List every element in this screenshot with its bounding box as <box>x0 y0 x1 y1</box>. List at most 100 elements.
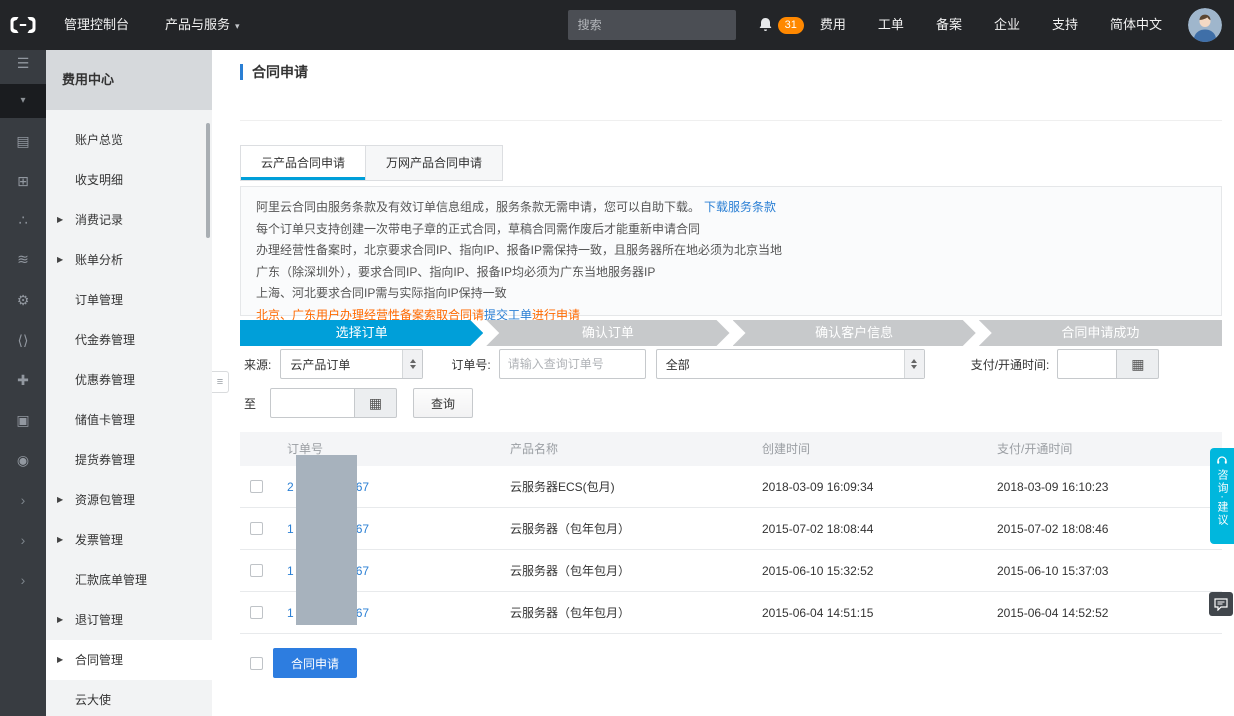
chat-icon[interactable] <box>1209 592 1233 616</box>
nav-item-support[interactable]: 支持 <box>1036 0 1094 50</box>
step-confirm-customer-info: 确认客户信息 <box>733 320 976 346</box>
notice-line: 广东（除深圳外），要求合同IP、指向IP、报备IP均必须为广东当地服务器IP <box>256 264 656 279</box>
table-row: 1 67 云服务器（包年包月） 2015-07-02 18:08:44 2015-… <box>240 508 1222 550</box>
console-home-link[interactable]: 管理控制台 <box>46 0 147 50</box>
step-confirm-order: 确认订单 <box>486 320 729 346</box>
avatar[interactable] <box>1188 8 1222 42</box>
gift-icon[interactable]: ⊞ <box>0 171 46 191</box>
tab-cloud-product-contract[interactable]: 云产品合同申请 <box>240 145 367 181</box>
monitor-icon[interactable]: ▣ <box>0 410 46 430</box>
table-row: 1 67 云服务器（包年包月） 2015-06-04 14:51:15 2015-… <box>240 592 1222 634</box>
search-input[interactable] <box>567 10 736 40</box>
product-name: 云服务器ECS(包月) <box>510 480 615 494</box>
sidebar-item-resource-package[interactable]: ▶ 资源包管理 <box>46 480 212 520</box>
main-content: 合同申请 云产品合同申请 万网产品合同申请 阿里云合同由服务条款及有效订单信息组… <box>240 50 1222 716</box>
notification-badge[interactable]: 31 <box>777 16 804 34</box>
created-time: 2015-06-10 15:32:52 <box>762 563 874 578</box>
sidebar-collapse-icon[interactable]: ≡ <box>212 371 229 393</box>
sidebar-item-voucher-management[interactable]: 代金券管理 <box>46 320 212 360</box>
sidebar-item-income-expense[interactable]: 收支明细 <box>46 160 212 200</box>
notice-line: 办理经营性备案时，北京要求合同IP、指向IP、报备IP需保持一致，且服务器所在地… <box>256 243 783 257</box>
feedback-tab[interactable]: 咨询·建议 <box>1210 448 1234 544</box>
paid-time: 2015-06-04 14:52:52 <box>997 605 1109 620</box>
calendar-icon[interactable]: ▦ <box>1117 349 1160 379</box>
orders-table: 订单号 产品名称 创建时间 支付/开通时间 2 67 云服务器ECS(包月) 20… <box>240 432 1222 634</box>
apply-row: 合同申请 <box>240 648 358 678</box>
sidebar-item-bill-analysis[interactable]: ▶ 账单分析 <box>46 240 212 280</box>
col-product-name: 产品名称 <box>510 442 559 456</box>
select-all-checkbox[interactable] <box>250 656 263 670</box>
nodes-icon[interactable]: ∴ <box>0 210 46 230</box>
chevron-right-icon[interactable]: › <box>0 570 46 590</box>
apply-contract-button[interactable]: 合同申请 <box>273 648 358 678</box>
row-checkbox[interactable] <box>250 606 263 619</box>
redaction-overlay <box>296 455 357 625</box>
sidebar-item-stored-value-card[interactable]: 储值卡管理 <box>46 400 212 440</box>
feedback-tab-label: 咨询·建议 <box>1216 469 1228 527</box>
select-stepper-icon <box>903 350 924 378</box>
filter-row-1: 来源: 云产品订单 订单号: 全部 支付/开通时间: ▦ <box>240 348 1222 380</box>
nav-item-tickets[interactable]: 工单 <box>862 0 920 50</box>
aliyun-logo-icon[interactable] <box>0 15 46 35</box>
caret-down-icon[interactable]: ▾ <box>0 84 46 118</box>
sidebar-item-cloud-ambassador[interactable]: 云大使 <box>46 680 212 716</box>
bill-icon[interactable]: ▤ <box>0 131 46 151</box>
product-name: 云服务器（包年包月） <box>510 564 631 578</box>
bell-icon[interactable] <box>758 17 773 33</box>
page-title: 合同申请 <box>240 63 308 81</box>
sidebar-item-contract-management[interactable]: ▶ 合同管理 <box>46 640 212 680</box>
download-terms-link[interactable]: 下载服务条款 <box>704 200 776 214</box>
sidebar-item-order-management[interactable]: 订单管理 <box>46 280 212 320</box>
menu-icon[interactable]: ☰ <box>0 53 46 73</box>
status-select[interactable]: 全部 <box>655 349 925 379</box>
storage-icon[interactable]: ≋ <box>0 249 46 269</box>
sidebar-item-invoice-management[interactable]: ▶ 发票管理 <box>46 520 212 560</box>
sidebar-item-unsubscribe-management[interactable]: ▶ 退订管理 <box>46 600 212 640</box>
order-number-input[interactable] <box>498 349 646 379</box>
query-button[interactable]: 查询 <box>413 388 474 418</box>
products-menu[interactable]: 产品与服务 ▾ <box>147 0 258 50</box>
pay-time-from-input[interactable] <box>1057 349 1118 379</box>
sidebar-scrollbar[interactable] <box>206 123 210 238</box>
gear-icon[interactable]: ⚙ <box>0 290 46 310</box>
plus-icon[interactable]: ✚ <box>0 370 46 390</box>
filter-row-2: 至 ▦ 查询 <box>240 387 1222 419</box>
row-checkbox[interactable] <box>250 522 263 535</box>
progress-steps: 选择订单 确认订单 确认客户信息 合同申请成功 <box>240 320 1222 346</box>
top-nav: 管理控制台 产品与服务▾ 31 费用 工单 备案 企业 支持 简体中文 <box>0 0 1234 50</box>
product-name: 云服务器（包年包月） <box>510 606 631 620</box>
source-label: 来源: <box>244 357 272 372</box>
nav-item-icp-filing[interactable]: 备案 <box>920 0 978 50</box>
expand-arrow-icon: ▶ <box>57 615 64 624</box>
sidebar-item-remittance-slip[interactable]: 汇款底单管理 <box>46 560 212 600</box>
order-number-label: 订单号: <box>451 357 491 372</box>
chevron-right-icon[interactable]: › <box>0 490 46 510</box>
expand-arrow-icon: ▶ <box>57 495 64 504</box>
nav-item-enterprise[interactable]: 企业 <box>978 0 1036 50</box>
notice-line: 阿里云合同由服务条款及有效订单信息组成，服务条款无需申请，您可以自助下载。 <box>256 200 701 214</box>
chevron-right-icon[interactable]: › <box>0 530 46 550</box>
global-search <box>567 10 736 40</box>
code-icon[interactable]: ⟨⟩ <box>0 330 46 350</box>
icon-rail: ☰ ▾ ▤ ⊞ ∴ ≋ ⚙ ⟨⟩ ✚ ▣ ◉ › › › <box>0 50 46 716</box>
nav-item-billing[interactable]: 费用 <box>804 0 862 50</box>
eye-icon[interactable]: ◉ <box>0 450 46 470</box>
row-checkbox[interactable] <box>250 564 263 577</box>
sidebar-item-consumption-records[interactable]: ▶ 消费记录 <box>46 200 212 240</box>
sidebar-item-pickup-voucher[interactable]: 提货券管理 <box>46 440 212 480</box>
pay-time-to-input[interactable] <box>270 388 356 418</box>
created-time: 2015-07-02 18:08:44 <box>762 521 874 536</box>
expand-arrow-icon: ▶ <box>57 535 64 544</box>
product-name: 云服务器（包年包月） <box>510 522 631 536</box>
tab-wanwang-product-contract[interactable]: 万网产品合同申请 <box>366 145 504 181</box>
expand-arrow-icon: ▶ <box>57 215 64 224</box>
source-select[interactable]: 云产品订单 <box>280 349 424 379</box>
row-checkbox[interactable] <box>250 480 263 493</box>
contract-notice-box: 阿里云合同由服务条款及有效订单信息组成，服务条款无需申请，您可以自助下载。 下载服… <box>240 186 1222 322</box>
notice-line: 每个订单只支持创建一次带电子章的正式合同，草稿合同需作废后才能重新申请合同 <box>256 221 701 236</box>
sidebar-item-account-overview[interactable]: 账户总览 <box>46 120 212 160</box>
sidebar-item-coupon-management[interactable]: 优惠券管理 <box>46 360 212 400</box>
table-row: 2 67 云服务器ECS(包月) 2018-03-09 16:09:34 2018… <box>240 466 1222 508</box>
calendar-icon[interactable]: ▦ <box>355 388 398 418</box>
nav-item-language[interactable]: 简体中文 <box>1094 0 1178 50</box>
